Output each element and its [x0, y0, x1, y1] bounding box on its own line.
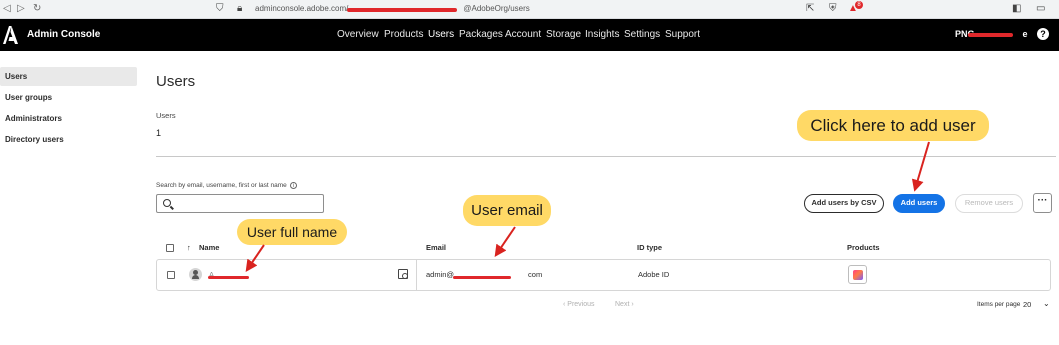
arrow-to-full-name	[245, 244, 265, 272]
arrow-to-add-users	[911, 141, 930, 192]
arrow-to-email	[494, 226, 516, 257]
annotation-arrows	[245, 141, 930, 272]
